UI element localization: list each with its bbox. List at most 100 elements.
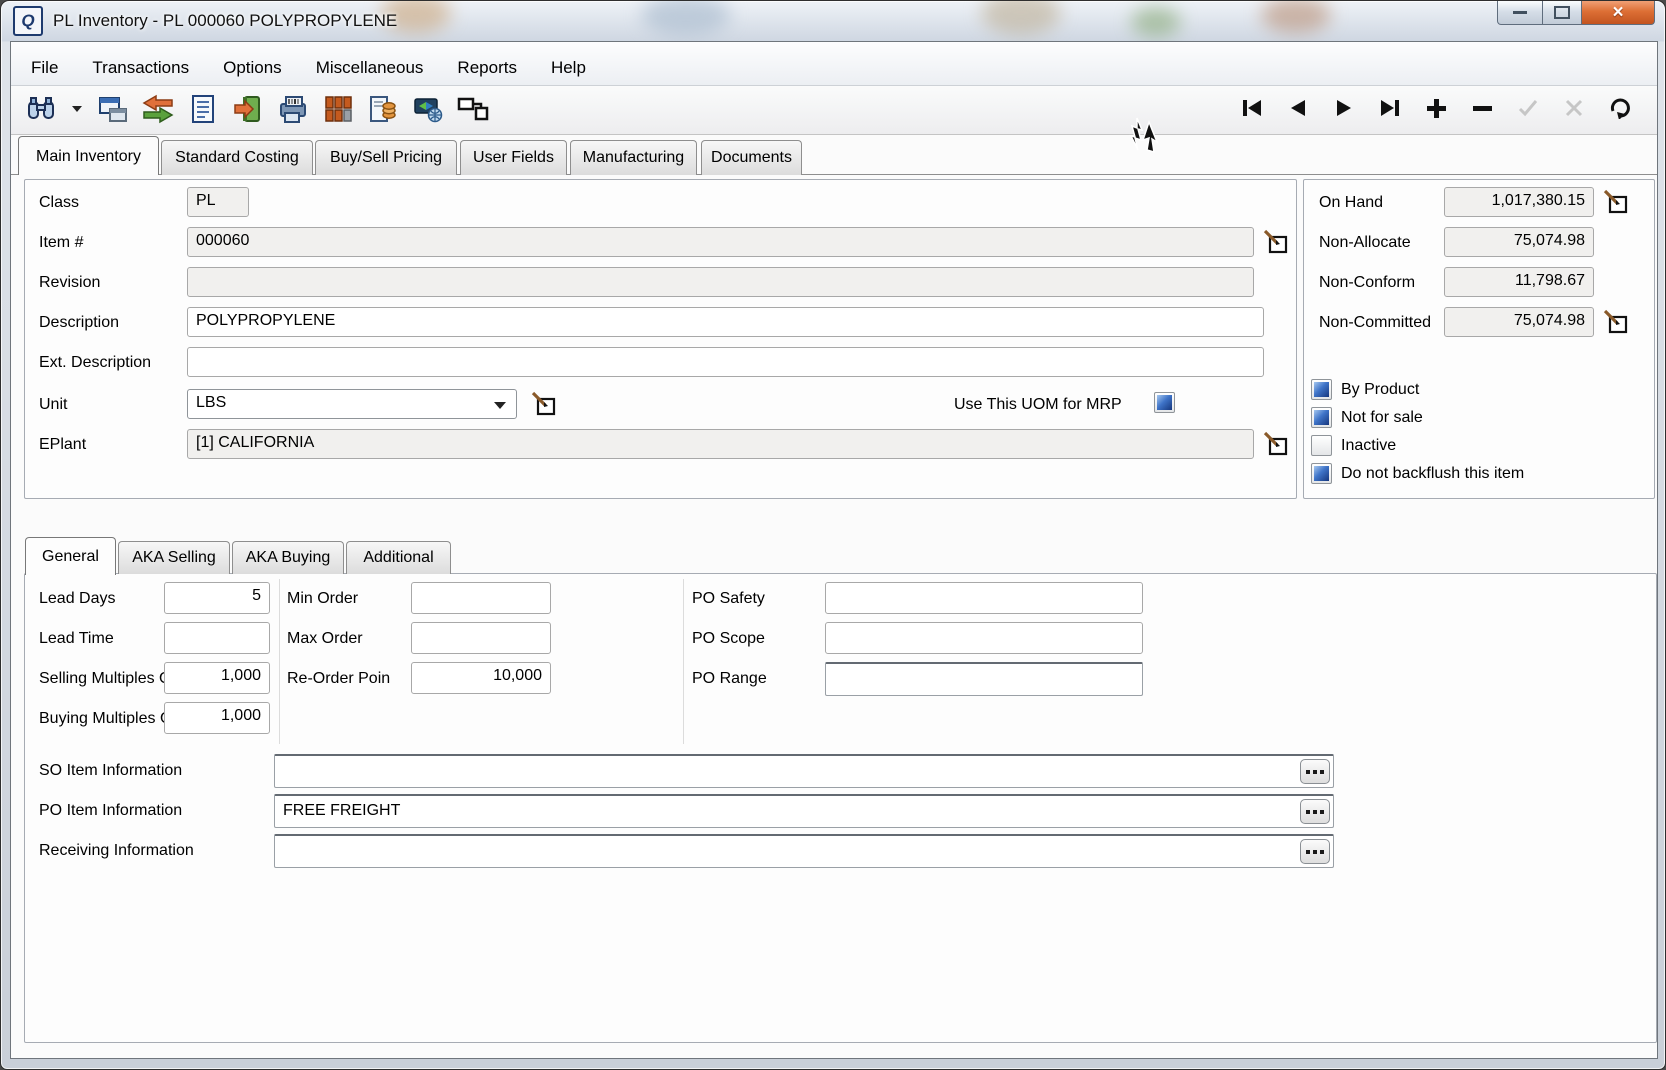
ellipsis-icon (1306, 850, 1310, 854)
refresh-icon (1609, 97, 1631, 119)
subtab-additional[interactable]: Additional (346, 541, 451, 574)
receiving-information-field[interactable] (274, 834, 1334, 868)
selling-multiples-field[interactable]: 1,000 (164, 662, 270, 694)
so-item-information-ellipsis-button[interactable] (1300, 759, 1330, 784)
next-record-button[interactable] (1331, 95, 1357, 121)
po-item-information-label: PO Item Information (39, 802, 182, 820)
edit-unit-button[interactable] (531, 391, 557, 417)
find-button[interactable] (25, 93, 57, 125)
last-record-button[interactable] (1377, 95, 1403, 121)
prior-record-button[interactable] (1285, 95, 1311, 121)
refresh-button[interactable] (1607, 95, 1633, 121)
first-record-button[interactable] (1239, 95, 1265, 121)
lead-days-field[interactable]: 5 (164, 582, 270, 614)
title-bar[interactable]: Q PL Inventory - PL 000060 POLYPROPYLENE… (1, 1, 1665, 41)
non-committed-label: Non-Committed (1319, 314, 1431, 332)
app-window: Q PL Inventory - PL 000060 POLYPROPYLENE… (0, 0, 1666, 1070)
so-item-information-field[interactable] (274, 754, 1334, 788)
column-divider (279, 579, 280, 744)
ellipsis-icon (1313, 770, 1317, 774)
print-label-button[interactable] (277, 93, 309, 125)
edit-item-button[interactable] (1263, 229, 1289, 255)
subtab-aka-buying[interactable]: AKA Buying (232, 541, 344, 574)
po-item-information-field[interactable]: FREE FREIGHT (274, 794, 1334, 828)
min-order-label: Min Order (287, 590, 358, 608)
edit-non-committed-button[interactable] (1603, 309, 1629, 335)
max-order-field[interactable] (411, 622, 551, 654)
check-icon-disabled (1517, 98, 1539, 118)
window-list-button[interactable] (97, 93, 129, 125)
description-label: Description (39, 314, 119, 332)
edit-eplant-button[interactable] (1263, 431, 1289, 457)
x-icon-disabled (1564, 98, 1584, 118)
lead-time-label: Lead Time (39, 630, 114, 648)
non-conform-field: 11,798.67 (1444, 267, 1594, 297)
reorder-point-field[interactable]: 10,000 (411, 662, 551, 694)
insert-record-button[interactable] (1423, 95, 1449, 121)
window-list-icon (98, 94, 128, 124)
menu-options[interactable]: Options (223, 58, 282, 78)
buying-multiples-field[interactable]: 1,000 (164, 702, 270, 734)
on-hand-label: On Hand (1319, 194, 1383, 212)
do-not-backflush-label: Do not backflush this item (1341, 465, 1524, 483)
revision-field (187, 267, 1254, 297)
minimize-button[interactable] (1497, 1, 1543, 25)
matrix-icon (324, 94, 352, 124)
delete-record-button[interactable] (1469, 95, 1495, 121)
close-button[interactable]: × (1581, 1, 1655, 25)
tab-standard-costing[interactable]: Standard Costing (161, 140, 313, 175)
uom-mrp-checkbox[interactable] (1154, 392, 1175, 413)
ext-description-label: Ext. Description (39, 354, 151, 372)
tab-buy-sell-pricing[interactable]: Buy/Sell Pricing (315, 140, 457, 175)
description-field[interactable]: POLYPROPYLENE (187, 307, 1264, 337)
po-range-field[interactable] (825, 662, 1143, 696)
tab-documents[interactable]: Documents (701, 140, 802, 175)
subtab-aka-selling[interactable]: AKA Selling (118, 541, 230, 574)
lead-time-field[interactable] (164, 622, 270, 654)
do-not-backflush-checkbox[interactable] (1311, 463, 1332, 484)
menu-reports[interactable]: Reports (457, 58, 517, 78)
tab-user-fields[interactable]: User Fields (460, 140, 567, 175)
by-product-checkbox[interactable] (1311, 379, 1332, 400)
exit-button[interactable] (232, 93, 264, 125)
last-record-icon (1379, 99, 1401, 117)
po-scope-field[interactable] (825, 622, 1143, 654)
menu-file[interactable]: File (31, 58, 58, 78)
subtab-general[interactable]: General (25, 537, 116, 575)
by-product-label: By Product (1341, 381, 1419, 399)
po-scope-label: PO Scope (692, 630, 765, 648)
receiving-information-ellipsis-button[interactable] (1300, 839, 1330, 864)
related-windows-button[interactable] (457, 93, 489, 125)
receiving-information-label: Receiving Information (39, 842, 194, 860)
transfer-button[interactable] (142, 93, 174, 125)
ext-description-field[interactable] (187, 347, 1264, 377)
inactive-checkbox[interactable] (1311, 435, 1332, 456)
edit-on-hand-button[interactable] (1603, 189, 1629, 215)
selling-multiples-label: Selling Multiples Of (39, 670, 176, 688)
unit-combobox[interactable]: LBS (187, 389, 517, 419)
not-for-sale-checkbox[interactable] (1311, 407, 1332, 428)
menu-miscellaneous[interactable]: Miscellaneous (316, 58, 424, 78)
restore-icon (1554, 6, 1570, 19)
menu-help[interactable]: Help (551, 58, 586, 78)
po-item-information-ellipsis-button[interactable] (1300, 799, 1330, 824)
po-safety-field[interactable] (825, 582, 1143, 614)
menu-transactions[interactable]: Transactions (92, 58, 189, 78)
web-sync-button[interactable] (412, 93, 444, 125)
ellipsis-icon (1313, 810, 1317, 814)
related-windows-icon (457, 95, 489, 123)
so-item-information-label: SO Item Information (39, 762, 182, 780)
ellipsis-icon (1306, 810, 1310, 814)
tab-main-inventory[interactable]: Main Inventory (18, 136, 159, 175)
tab-manufacturing[interactable]: Manufacturing (570, 140, 697, 175)
min-order-field[interactable] (411, 582, 551, 614)
cost-report-button[interactable] (367, 93, 399, 125)
find-dropdown-button[interactable] (70, 93, 84, 125)
maximize-button[interactable] (1543, 1, 1581, 25)
non-allocate-label: Non-Allocate (1319, 234, 1411, 252)
matrix-button[interactable] (322, 93, 354, 125)
web-sync-icon (413, 94, 443, 124)
notes-button[interactable] (187, 93, 219, 125)
item-number-label: Item # (39, 234, 83, 252)
reorder-point-label: Re-Order Poin (287, 670, 390, 688)
